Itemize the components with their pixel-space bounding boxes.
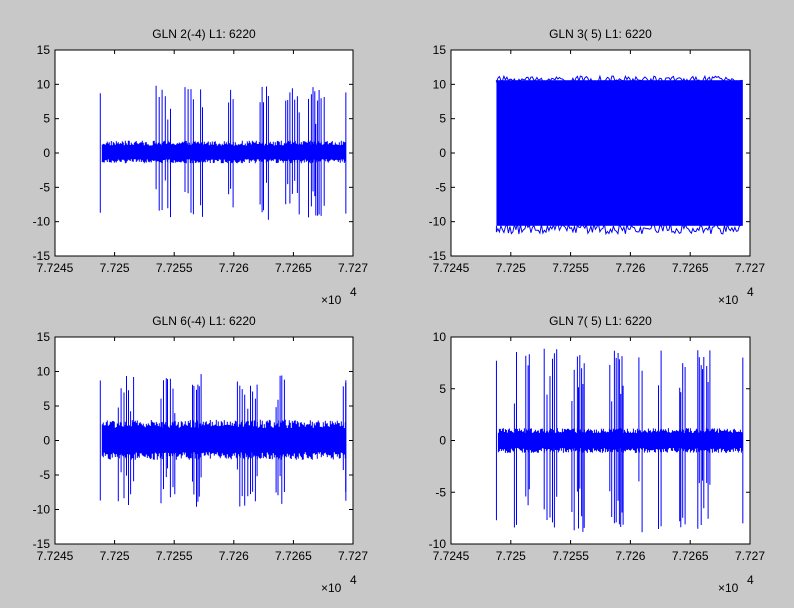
x-tick-label: 7.7255	[156, 261, 193, 275]
x-tick-label: 7.725	[100, 549, 130, 563]
x-tick-label: 7.7245	[37, 549, 74, 563]
x-tick-label: 7.7255	[552, 261, 589, 275]
y-tick-label: 15	[37, 43, 51, 57]
y-tick-label: -10	[33, 215, 51, 229]
x-exponent-power: 4	[350, 573, 357, 587]
y-tick-label: 5	[439, 112, 446, 126]
x-tick-label: 7.7255	[552, 549, 589, 563]
y-tick-label: 15	[37, 330, 51, 344]
x-exponent-label: ×10	[321, 581, 342, 595]
y-tick-label: 5	[43, 112, 50, 126]
x-tick-label: 7.725	[496, 549, 526, 563]
x-tick-label: 7.727	[338, 549, 368, 563]
x-exponent-power: 4	[350, 285, 357, 299]
chart-title: GLN 6(-4) L1: 6220	[152, 314, 256, 328]
y-tick-label: 10	[37, 365, 51, 379]
y-tick-label: -5	[39, 180, 50, 194]
y-tick-label: -5	[435, 180, 446, 194]
y-tick-label: 10	[433, 330, 447, 344]
x-exponent-power: 4	[747, 573, 754, 587]
chart-title: GLN 7( 5) L1: 6220	[549, 314, 652, 328]
x-tick-label: 7.726	[219, 261, 249, 275]
figure: GLN 2(-4) L1: 62207.7245 7.725 7.7255 7.726…	[0, 0, 794, 608]
y-tick-label: 5	[43, 399, 50, 413]
y-tick-label: -10	[33, 503, 51, 517]
x-tick-label: 7.7265	[275, 261, 312, 275]
chart-title: GLN 3( 5) L1: 6220	[549, 27, 652, 41]
x-tick-label: 7.7245	[37, 261, 74, 275]
y-tick-label: -15	[33, 537, 51, 551]
y-tick-label: 10	[433, 77, 447, 91]
y-tick-label: 0	[439, 434, 446, 448]
y-tick-label: -10	[429, 537, 447, 551]
y-tick-label: -10	[429, 215, 447, 229]
x-tick-label: 7.7255	[156, 549, 193, 563]
x-tick-label: 7.727	[735, 549, 765, 563]
x-exponent-power: 4	[747, 285, 754, 299]
y-tick-label: -15	[33, 249, 51, 263]
x-exponent-label: ×10	[718, 581, 739, 595]
x-exponent-label: ×10	[718, 293, 739, 307]
chart-title: GLN 2(-4) L1: 6220	[152, 27, 256, 41]
x-tick-label: 7.725	[100, 261, 130, 275]
x-tick-label: 7.727	[735, 261, 765, 275]
signal-band	[496, 80, 743, 226]
baseline-noise	[101, 419, 346, 460]
x-tick-label: 7.7245	[433, 261, 470, 275]
x-tick-label: 7.7265	[672, 549, 709, 563]
y-tick-label: 5	[439, 382, 446, 396]
y-tick-label: 0	[43, 146, 50, 160]
y-tick-label: 15	[433, 43, 447, 57]
x-tick-label: 7.726	[219, 549, 249, 563]
x-exponent-label: ×10	[321, 293, 342, 307]
y-tick-label: 0	[439, 146, 446, 160]
y-tick-label: -5	[435, 485, 446, 499]
x-tick-label: 7.7265	[672, 261, 709, 275]
y-tick-label: -15	[429, 249, 447, 263]
x-tick-label: 7.727	[338, 261, 368, 275]
y-tick-label: -5	[39, 468, 50, 482]
y-tick-label: 10	[37, 77, 51, 91]
series-trace	[495, 74, 743, 236]
y-tick-label: 0	[43, 434, 50, 448]
x-tick-label: 7.7265	[275, 549, 312, 563]
x-tick-label: 7.7245	[433, 549, 470, 563]
x-tick-label: 7.726	[615, 549, 645, 563]
x-tick-label: 7.726	[615, 261, 645, 275]
x-tick-label: 7.725	[496, 261, 526, 275]
